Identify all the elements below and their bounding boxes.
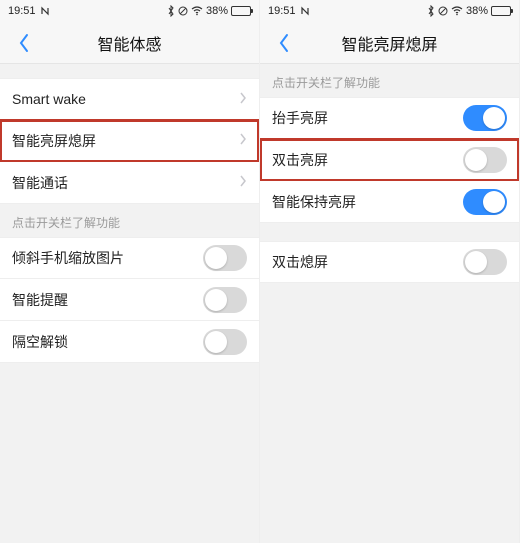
- chevron-left-icon: [18, 33, 30, 53]
- page-title: 智能亮屏熄屏: [341, 31, 437, 55]
- toggle-doubletap-sleep[interactable]: [463, 249, 507, 275]
- status-time: 19:51: [8, 5, 36, 17]
- screen-smart-wake-sleep: 19:51 38% 智能亮屏熄屏 点击开关栏了解功能 抬手亮屏 双击亮屏 智能保…: [260, 0, 520, 543]
- toggle-row-air-unlock[interactable]: 隔空解锁: [0, 321, 259, 363]
- row-label: Smart wake: [12, 91, 86, 107]
- toggle-row-raise-wake[interactable]: 抬手亮屏: [260, 97, 519, 139]
- battery-percent: 38%: [466, 5, 488, 17]
- do-not-disturb-icon: [438, 6, 448, 16]
- chevron-right-icon: [239, 91, 247, 108]
- toggle-raise-wake[interactable]: [463, 105, 507, 131]
- do-not-disturb-icon: [178, 6, 188, 16]
- toggle-doubletap-wake[interactable]: [463, 147, 507, 173]
- toggle-row-smart-remind[interactable]: 智能提醒: [0, 279, 259, 321]
- page-title: 智能体感: [97, 31, 161, 55]
- row-label: 智能通话: [12, 173, 68, 193]
- toggle-air-unlock[interactable]: [203, 329, 247, 355]
- chevron-left-icon: [278, 33, 290, 53]
- status-time: 19:51: [268, 5, 296, 17]
- bluetooth-icon: [167, 5, 175, 17]
- wifi-icon: [191, 6, 203, 16]
- content-area: Smart wake 智能亮屏熄屏 智能通话 点击开关栏了解功能 倾斜手机缩放图…: [0, 64, 259, 543]
- nav-bar: 智能体感: [0, 22, 259, 64]
- back-button[interactable]: [6, 22, 42, 63]
- row-label: 隔空解锁: [12, 332, 68, 352]
- row-label: 智能保持亮屏: [272, 192, 356, 212]
- nav-row-smart-screen[interactable]: 智能亮屏熄屏: [0, 120, 259, 162]
- back-button[interactable]: [266, 22, 302, 63]
- status-bar: 19:51 38%: [260, 0, 519, 22]
- section-hint: 点击开关栏了解功能: [260, 64, 519, 97]
- row-label: 智能亮屏熄屏: [12, 131, 96, 151]
- toggle-row-doubletap-sleep[interactable]: 双击熄屏: [260, 241, 519, 283]
- row-label: 双击熄屏: [272, 252, 328, 272]
- toggle-row-doubletap-wake[interactable]: 双击亮屏: [260, 139, 519, 181]
- chevron-right-icon: [239, 132, 247, 149]
- toggle-smart-remind[interactable]: [203, 287, 247, 313]
- nav-row-smart-call[interactable]: 智能通话: [0, 162, 259, 204]
- nav-bar: 智能亮屏熄屏: [260, 22, 519, 64]
- nfc-icon: [40, 6, 50, 16]
- wifi-icon: [451, 6, 463, 16]
- content-area: 点击开关栏了解功能 抬手亮屏 双击亮屏 智能保持亮屏 双击熄屏: [260, 64, 519, 543]
- bluetooth-icon: [427, 5, 435, 17]
- battery-percent: 38%: [206, 5, 228, 17]
- toggle-row-tilt-zoom[interactable]: 倾斜手机缩放图片: [0, 237, 259, 279]
- status-bar: 19:51 38%: [0, 0, 259, 22]
- chevron-right-icon: [239, 174, 247, 191]
- battery-icon: [491, 6, 511, 16]
- screen-smart-motion: 19:51 38% 智能体感 Smart wake 智能亮屏熄屏: [0, 0, 260, 543]
- battery-icon: [231, 6, 251, 16]
- row-label: 智能提醒: [12, 290, 68, 310]
- toggle-tilt-zoom[interactable]: [203, 245, 247, 271]
- row-label: 双击亮屏: [272, 150, 328, 170]
- row-label: 倾斜手机缩放图片: [12, 248, 124, 268]
- row-label: 抬手亮屏: [272, 108, 328, 128]
- section-hint: 点击开关栏了解功能: [0, 204, 259, 237]
- nav-row-smart-wake[interactable]: Smart wake: [0, 78, 259, 120]
- toggle-row-keep-screen-on[interactable]: 智能保持亮屏: [260, 181, 519, 223]
- nfc-icon: [300, 6, 310, 16]
- toggle-keep-screen-on[interactable]: [463, 189, 507, 215]
